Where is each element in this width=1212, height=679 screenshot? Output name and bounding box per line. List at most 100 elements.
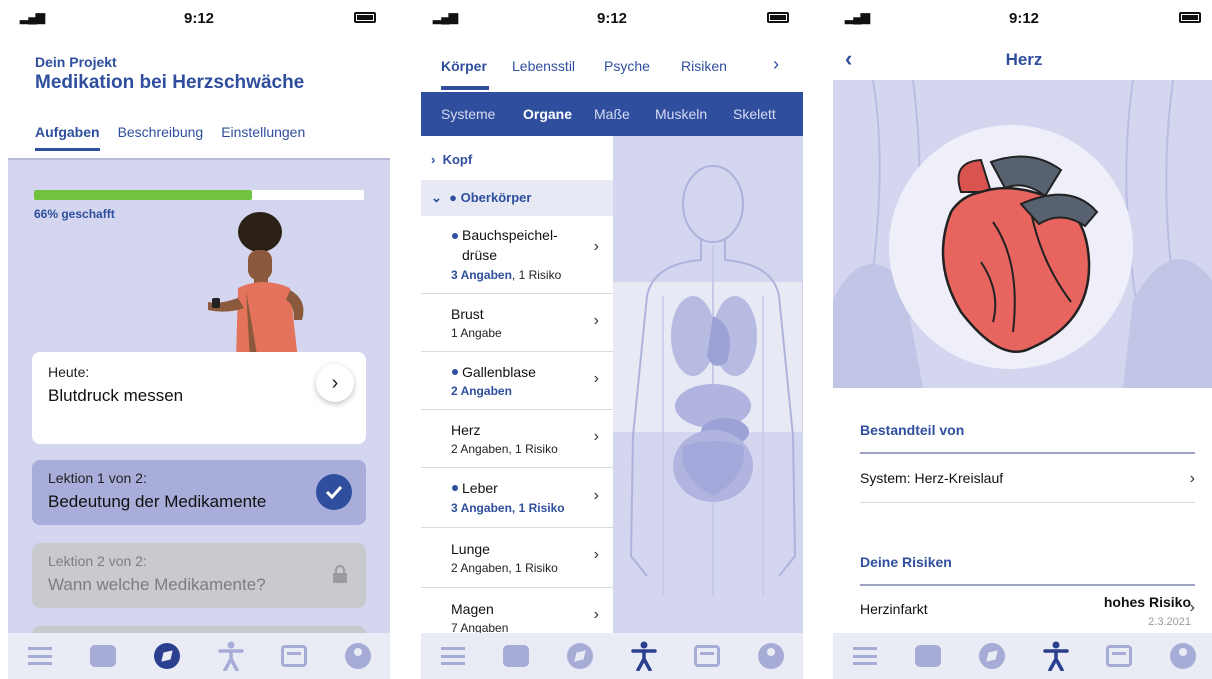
- compass-icon[interactable]: [565, 641, 595, 671]
- list-item-herz[interactable]: Herz 2 Angaben, 1 Risiko ›: [421, 410, 613, 468]
- progress-bar: [34, 190, 364, 200]
- risk-level: hohes Risiko: [1103, 594, 1191, 610]
- dot-icon: [452, 233, 458, 239]
- organ-meta: , 1 Risiko: [511, 268, 562, 282]
- screen-body: ▂▄▆ 9:12 Körper Lebensstil Psyche Risike…: [421, 0, 803, 679]
- tab-koerper[interactable]: Körper: [441, 58, 487, 74]
- tab-masse[interactable]: Maße: [594, 106, 630, 122]
- tab-lebensstil[interactable]: Lebensstil: [512, 58, 575, 74]
- chevron-right-icon: ›: [593, 606, 599, 623]
- person-illustration: [208, 212, 304, 360]
- chevron-down-icon: ⌄: [431, 190, 442, 205]
- status-bar: ▂▄▆ 9:12: [421, 0, 803, 36]
- subcategory-tabs: Systeme Organe Maße Muskeln Skelett: [421, 92, 803, 136]
- tab-systeme[interactable]: Systeme: [441, 106, 495, 122]
- section-label: Oberkörper: [460, 190, 532, 205]
- project-tabs: Aufgaben Beschreibung Einstellungen: [35, 124, 305, 151]
- project-label: Dein Projekt: [35, 54, 117, 70]
- list-item-brust[interactable]: Brust 1 Angabe ›: [421, 294, 613, 352]
- navigation-bar: ‹ Herz: [833, 36, 1212, 80]
- tab-risiken[interactable]: Risiken: [681, 58, 727, 74]
- menu-icon[interactable]: [850, 641, 880, 671]
- tab-skelett[interactable]: Skelett: [733, 106, 776, 122]
- lesson-card-locked: Lektion 2 von 2: Wann welche Medikamente…: [32, 543, 366, 608]
- inbox-icon[interactable]: [692, 641, 722, 671]
- organ-list: › Kopf ⌄ ● Oberkörper Bauchspeichel- drü…: [421, 136, 613, 633]
- organ-name: Gallenblase: [462, 364, 536, 380]
- tab-einstellungen[interactable]: Einstellungen: [221, 124, 305, 151]
- body-diagram[interactable]: [613, 136, 803, 633]
- tab-aufgaben[interactable]: Aufgaben: [35, 124, 100, 151]
- check-icon: [316, 474, 352, 510]
- organ-name-cont: drüse: [462, 247, 498, 263]
- profile-icon[interactable]: [756, 641, 786, 671]
- chat-icon[interactable]: [913, 641, 943, 671]
- lesson-card-partial: [32, 626, 366, 633]
- chat-icon[interactable]: [501, 641, 531, 671]
- dot-icon: [452, 369, 458, 375]
- today-task: Blutdruck messen: [48, 386, 184, 405]
- screen-organ-detail: ▂▄▆ 9:12 ‹ Herz Bestandteil von System: …: [833, 0, 1212, 679]
- organ-meta: 1 Angabe: [451, 326, 502, 340]
- section-oberkoerper[interactable]: ⌄ ● Oberkörper: [421, 180, 613, 216]
- profile-icon[interactable]: [1168, 641, 1198, 671]
- part-of-heading: Bestandteil von: [860, 422, 965, 438]
- chevron-right-icon[interactable]: ›: [316, 364, 354, 402]
- list-item-leber[interactable]: Leber 3 Angaben, 1 Risiko ›: [421, 468, 613, 528]
- section-kopf[interactable]: › Kopf: [421, 152, 613, 174]
- organ-meta-bold: 2 Angaben: [451, 384, 512, 398]
- system-label: System: Herz-Kreislauf: [860, 470, 1004, 486]
- chevron-right-icon: ›: [593, 487, 599, 504]
- divider: [860, 502, 1195, 503]
- chevron-right-icon: ›: [593, 238, 599, 255]
- list-item-lunge[interactable]: Lunge 2 Angaben, 1 Risiko ›: [421, 528, 613, 588]
- tab-psyche[interactable]: Psyche: [604, 58, 650, 74]
- organ-meta: 7 Angaben: [451, 621, 509, 633]
- bottom-tab-bar: [421, 633, 803, 679]
- today-card[interactable]: Heute: Blutdruck messen ›: [32, 352, 366, 444]
- organ-name: Brust: [451, 306, 484, 322]
- profile-icon[interactable]: [343, 641, 373, 671]
- compass-icon[interactable]: [977, 641, 1007, 671]
- project-title: Medikation bei Herzschwäche: [35, 72, 305, 93]
- bottom-tab-bar: [833, 633, 1212, 679]
- lesson-number: Lektion 1 von 2:: [48, 470, 147, 486]
- dot-icon: [452, 485, 458, 491]
- body-icon[interactable]: [629, 641, 659, 671]
- chat-icon[interactable]: [88, 641, 118, 671]
- battery-icon: [354, 12, 376, 23]
- tab-organe[interactable]: Organe: [523, 106, 572, 122]
- list-item-gallenblase[interactable]: Gallenblase 2 Angaben ›: [421, 352, 613, 410]
- organ-hero: [833, 80, 1212, 388]
- menu-icon[interactable]: [25, 641, 55, 671]
- inbox-icon[interactable]: [279, 641, 309, 671]
- lesson-card[interactable]: Lektion 1 von 2: Bedeutung der Medikamen…: [32, 460, 366, 525]
- divider: [860, 452, 1195, 454]
- divider: [860, 584, 1195, 586]
- menu-icon[interactable]: [438, 641, 468, 671]
- bottom-tab-bar: [8, 633, 390, 679]
- active-tab-indicator: [441, 86, 489, 90]
- chevron-right-icon[interactable]: ›: [773, 54, 779, 75]
- body-icon[interactable]: [216, 641, 246, 671]
- compass-icon[interactable]: [152, 641, 182, 671]
- category-tabs: Körper Lebensstil Psyche Risiken ›: [421, 36, 803, 92]
- battery-icon: [1179, 12, 1201, 23]
- organ-name: Magen: [451, 601, 494, 617]
- inbox-icon[interactable]: [1104, 641, 1134, 671]
- risk-name: Herzinfarkt: [860, 601, 928, 617]
- organ-name: Bauchspeichel-: [462, 227, 558, 243]
- chevron-right-icon: ›: [593, 370, 599, 387]
- section-label: Kopf: [442, 152, 473, 167]
- lock-icon: [333, 565, 347, 583]
- list-item-bauchspeicheldruese[interactable]: Bauchspeichel- drüse 3 Angaben, 1 Risiko…: [421, 216, 613, 294]
- heart-illustration: [941, 155, 1099, 353]
- tab-beschreibung[interactable]: Beschreibung: [118, 124, 204, 151]
- body-icon[interactable]: [1041, 641, 1071, 671]
- system-row[interactable]: System: Herz-Kreislauf ›: [860, 470, 1195, 487]
- page-title: Herz: [1005, 50, 1043, 69]
- list-item-magen[interactable]: Magen 7 Angaben ›: [421, 588, 613, 633]
- tab-muskeln[interactable]: Muskeln: [655, 106, 707, 122]
- organ-name: Lunge: [451, 541, 490, 557]
- organ-meta: 2 Angaben, 1 Risiko: [451, 442, 558, 456]
